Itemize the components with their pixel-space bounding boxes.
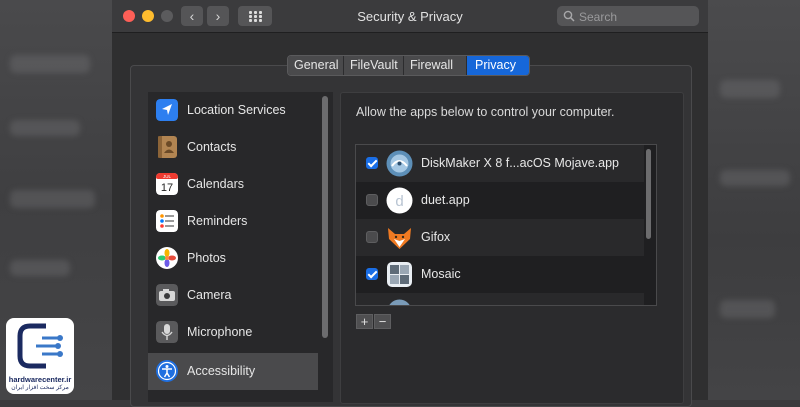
sidebar-item-label: Location Services <box>187 103 286 117</box>
close-window-button[interactable] <box>123 10 135 22</box>
list-item[interactable]: DiskMaker X 8 f...acOS Mojave.app <box>356 145 644 182</box>
security-privacy-window: ‹ › Security & Privacy General FileVault… <box>112 0 708 407</box>
forward-button[interactable]: › <box>206 6 229 26</box>
add-app-button[interactable]: + <box>356 314 373 329</box>
calendar-icon: JUL 17 <box>156 173 178 195</box>
list-item[interactable]: Mosaic <box>356 256 644 293</box>
list-item[interactable] <box>356 293 644 305</box>
hardwarecenter-logo: hardwarecenter.ir مرکز سخت افزار ایران <box>6 318 74 394</box>
gifox-fox-icon <box>388 228 411 249</box>
watermark-brand: hardwarecenter.ir <box>8 375 72 384</box>
zoom-window-button[interactable] <box>161 10 173 22</box>
tab-filevault[interactable]: FileVault <box>344 56 404 75</box>
app-label: DiskMaker X 8 f...acOS Mojave.app <box>421 156 619 170</box>
sidebar-item-accessibility[interactable]: Accessibility <box>148 353 318 390</box>
allow-apps-description: Allow the apps below to control your com… <box>356 105 615 119</box>
show-all-preferences-button[interactable] <box>238 6 272 26</box>
app-label: Mosaic <box>421 267 461 281</box>
sidebar-item-location-services[interactable]: Location Services <box>148 92 318 129</box>
search-field[interactable] <box>557 6 699 26</box>
sidebar-item-reminders[interactable]: Reminders <box>148 203 318 240</box>
chevron-left-icon: ‹ <box>189 8 195 24</box>
sidebar-item-calendars[interactable]: JUL 17 Calendars <box>148 166 318 203</box>
tab-general[interactable]: General <box>288 56 344 75</box>
apps-list-scrollbar[interactable] <box>646 149 651 239</box>
sidebar-item-label: Calendars <box>187 177 244 191</box>
desktop-background-right <box>708 0 800 400</box>
app-checkbox[interactable] <box>366 194 378 206</box>
photos-flower-icon <box>156 247 178 269</box>
sidebar-item-label: Camera <box>187 288 232 302</box>
privacy-category-list[interactable]: Location Services Contacts JUL 17 Calend… <box>148 92 333 402</box>
watermark-subtitle: مرکز سخت افزار ایران <box>11 385 69 391</box>
contacts-book-icon <box>158 136 177 158</box>
minimize-window-button[interactable] <box>142 10 154 22</box>
chevron-right-icon: › <box>215 8 221 24</box>
tab-firewall[interactable]: Firewall <box>404 56 467 75</box>
title-bar: ‹ › Security & Privacy <box>112 0 708 33</box>
search-icon <box>563 10 575 22</box>
sidebar-item-label: Reminders <box>187 214 248 228</box>
sidebar-item-label: Microphone <box>187 325 253 339</box>
accessibility-icon <box>156 360 178 382</box>
location-arrow-icon <box>156 99 178 121</box>
svg-text:d: d <box>395 193 403 210</box>
duet-icon: d <box>386 187 413 214</box>
microphone-icon <box>156 321 178 343</box>
window-title: Security & Privacy <box>357 9 463 24</box>
sidebar-item-contacts[interactable]: Contacts <box>148 129 318 166</box>
app-icon <box>389 299 410 305</box>
app-checkbox[interactable] <box>366 268 378 280</box>
remove-app-button[interactable]: − <box>374 314 391 329</box>
app-checkbox[interactable] <box>366 231 378 243</box>
back-button[interactable]: ‹ <box>181 6 203 26</box>
sidebar-scrollbar[interactable] <box>322 96 328 338</box>
circuit-logo-icon <box>17 323 63 369</box>
apps-list[interactable]: DiskMaker X 8 f...acOS Mojave.app d duet… <box>355 144 657 306</box>
sidebar-item-photos[interactable]: Photos <box>148 240 318 277</box>
sidebar-item-camera[interactable]: Camera <box>148 277 318 314</box>
list-item[interactable]: Gifox <box>356 219 644 256</box>
sidebar-item-microphone[interactable]: Microphone <box>148 314 318 351</box>
app-label: duet.app <box>421 193 470 207</box>
list-item[interactable]: d duet.app <box>356 182 644 219</box>
tab-privacy[interactable]: Privacy <box>467 56 529 75</box>
tab-bar: General FileVault Firewall Privacy <box>287 55 530 76</box>
app-label: Gifox <box>421 230 451 244</box>
search-input[interactable] <box>577 8 696 26</box>
calendar-day-label: 17 <box>161 182 173 194</box>
sidebar-item-label: Photos <box>187 251 226 265</box>
app-checkbox[interactable] <box>366 157 378 169</box>
sidebar-item-label: Accessibility <box>187 364 256 378</box>
camera-icon <box>156 284 178 306</box>
diskmaker-icon <box>386 150 413 177</box>
sidebar-item-label: Contacts <box>187 140 237 154</box>
reminders-list-icon <box>156 210 178 232</box>
mosaic-grid-icon <box>387 262 412 287</box>
calendar-month-label: JUL <box>163 174 171 179</box>
